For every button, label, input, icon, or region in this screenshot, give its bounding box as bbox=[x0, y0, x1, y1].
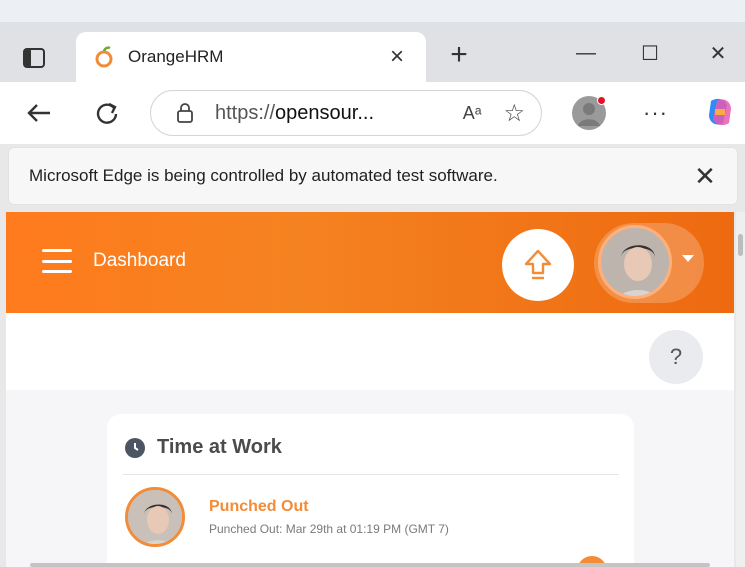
app-header: Dashboard bbox=[6, 212, 734, 313]
title-band bbox=[0, 0, 745, 22]
browser-tab[interactable]: OrangeHRM × bbox=[76, 32, 426, 82]
widget-title: Time at Work bbox=[157, 436, 282, 458]
web-page: Dashboard ? Time at Work Punched Out Pun… bbox=[6, 212, 734, 567]
copilot-icon[interactable] bbox=[703, 95, 737, 129]
url-host: opensour... bbox=[275, 101, 374, 124]
help-button[interactable]: ? bbox=[649, 330, 703, 384]
refresh-button[interactable] bbox=[90, 98, 124, 128]
vertical-scroll-thumb[interactable] bbox=[738, 234, 743, 256]
profile-avatar[interactable] bbox=[572, 96, 606, 130]
back-button[interactable] bbox=[22, 98, 56, 128]
chevron-down-icon[interactable] bbox=[682, 255, 694, 262]
url-text[interactable]: https://opensour... bbox=[215, 102, 441, 125]
upgrade-arrow-icon bbox=[524, 249, 552, 280]
info-bar-close-icon[interactable]: ✕ bbox=[687, 161, 723, 192]
vertical-scrollbar[interactable] bbox=[736, 212, 745, 567]
read-aloud-icon[interactable]: Aᵃ bbox=[463, 103, 482, 124]
info-bar-message: Microsoft Edge is being controlled by au… bbox=[29, 166, 498, 185]
browser-window: OrangeHRM × + — ☐ ✕ https://opensour... … bbox=[0, 0, 745, 567]
punch-detail: Punched Out: Mar 29th at 01:19 PM (GMT 7… bbox=[209, 522, 449, 536]
refresh-icon bbox=[96, 102, 118, 124]
time-at-work-widget: Time at Work Punched Out Punched Out: Ma… bbox=[107, 414, 634, 567]
window-close-button[interactable]: ✕ bbox=[698, 38, 738, 68]
tab-title: OrangeHRM bbox=[128, 47, 224, 66]
back-arrow-icon bbox=[27, 104, 50, 122]
clock-icon bbox=[125, 437, 145, 458]
top-subbar bbox=[6, 313, 734, 390]
employee-avatar bbox=[125, 487, 185, 547]
divider bbox=[123, 474, 619, 475]
orangehrm-favicon-icon bbox=[92, 45, 116, 69]
favorite-star-icon[interactable]: ☆ bbox=[503, 99, 525, 128]
minimize-button[interactable]: — bbox=[566, 38, 606, 68]
address-bar[interactable]: https://opensour... Aᵃ ☆ bbox=[150, 90, 542, 136]
new-tab-button[interactable]: + bbox=[444, 40, 474, 70]
tab-close-icon[interactable]: × bbox=[384, 43, 410, 71]
tab-actions-icon[interactable] bbox=[18, 44, 50, 72]
horizontal-scrollbar[interactable] bbox=[30, 563, 710, 567]
maximize-button[interactable]: ☐ bbox=[630, 38, 670, 68]
hamburger-menu-icon[interactable] bbox=[42, 249, 72, 273]
widget-header: Time at Work bbox=[125, 436, 282, 459]
more-menu-button[interactable]: ··· bbox=[643, 100, 668, 126]
automation-info-bar: Microsoft Edge is being controlled by au… bbox=[8, 147, 738, 205]
upgrade-button[interactable] bbox=[502, 229, 574, 301]
url-prefix: https:// bbox=[215, 101, 276, 124]
page-title: Dashboard bbox=[93, 250, 186, 271]
lock-icon[interactable] bbox=[175, 102, 197, 124]
punch-status: Punched Out bbox=[209, 498, 309, 515]
notification-dot bbox=[597, 96, 606, 105]
user-avatar[interactable] bbox=[598, 225, 672, 299]
navigation-bar: https://opensour... Aᵃ ☆ ··· bbox=[0, 82, 745, 144]
